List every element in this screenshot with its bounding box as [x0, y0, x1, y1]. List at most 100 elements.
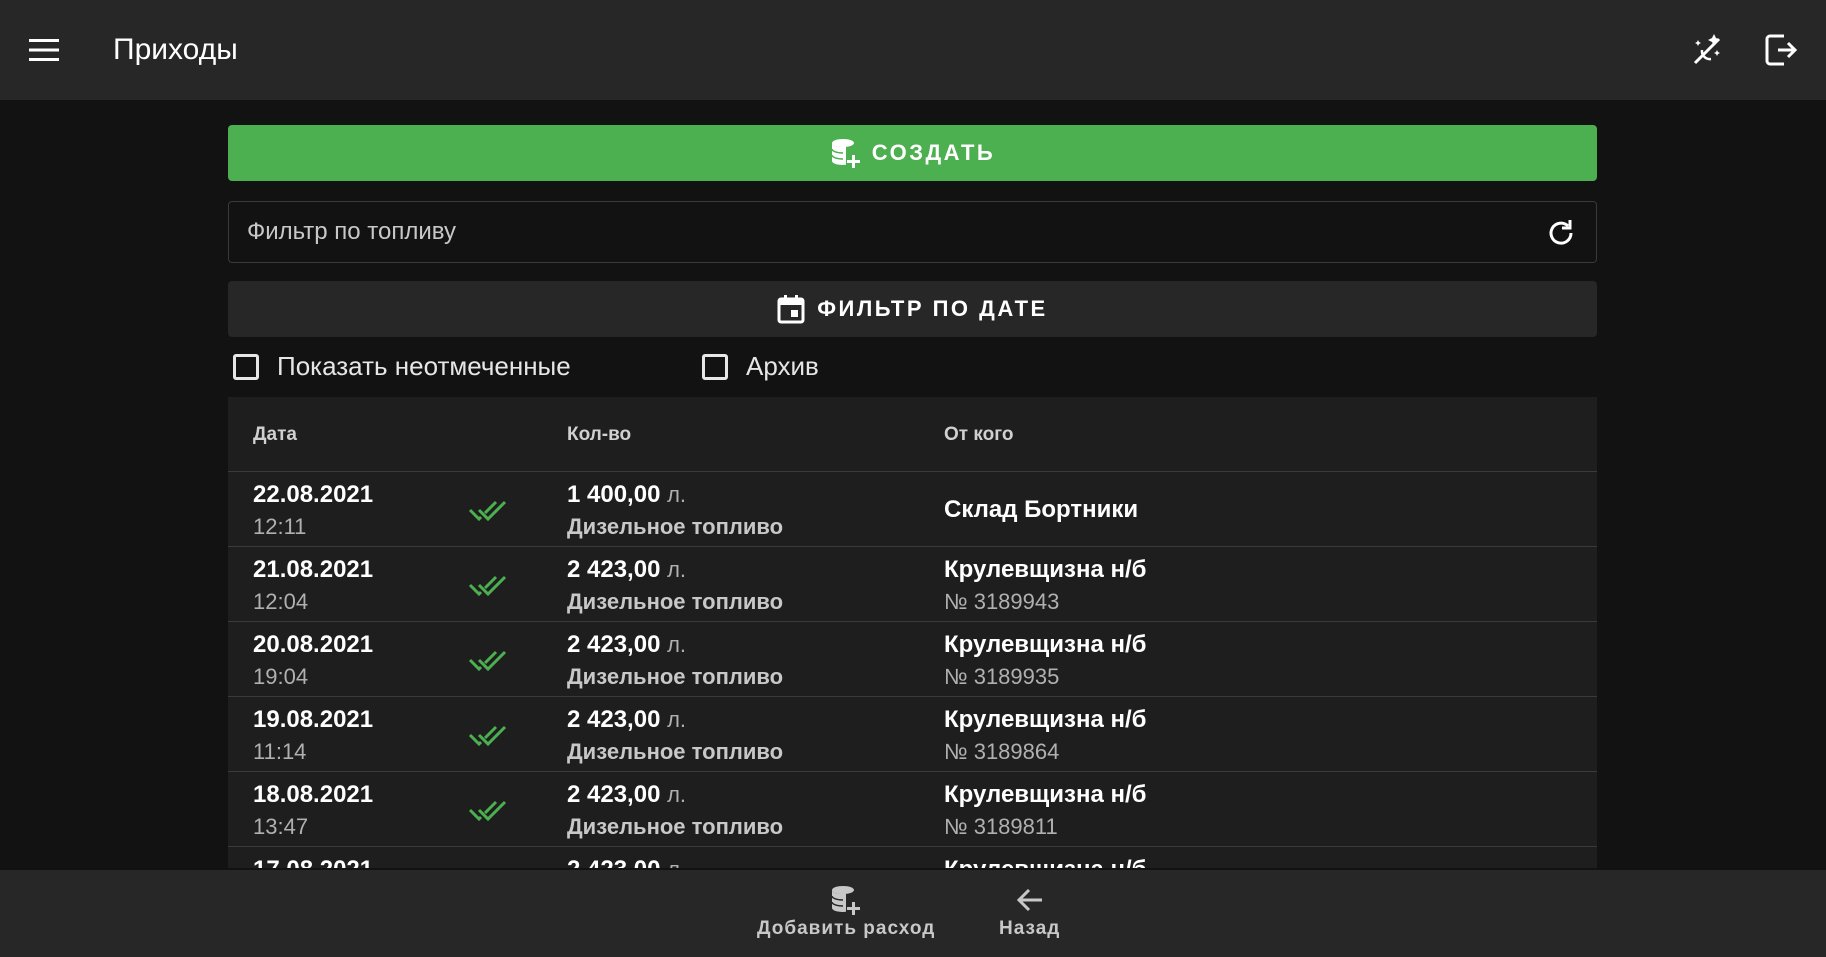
- double-check-icon: [468, 500, 507, 522]
- row-from: Крулевщизна н/б: [944, 781, 1147, 808]
- date-cell: 18.08.2021 13:47: [253, 779, 373, 843]
- checkbox-box[interactable]: [233, 353, 259, 380]
- table-row[interactable]: 19.08.2021 11:14 2 423,00 л. Дизельное т…: [228, 697, 1597, 772]
- fuel-filter-input[interactable]: [229, 202, 1529, 262]
- top-app-bar: Приходы: [0, 0, 1826, 100]
- create-button[interactable]: СОЗДАТЬ: [228, 125, 1597, 181]
- double-check-icon: [468, 725, 507, 747]
- archive-checkbox[interactable]: Архив: [702, 351, 819, 382]
- qty-cell: 2 423,00 л.: [567, 854, 686, 868]
- arrow-left-icon: [1016, 888, 1042, 912]
- row-fuel: Дизельное топливо: [567, 739, 784, 764]
- table-row[interactable]: 22.08.2021 12:11 1 400,00 л. Дизельное т…: [228, 472, 1597, 547]
- row-qty: 2 423,00: [567, 706, 661, 733]
- row-time: 11:14: [253, 739, 307, 764]
- column-header-from[interactable]: От кого: [944, 424, 1014, 446]
- add-expense-button[interactable]: Добавить расход: [757, 884, 935, 940]
- checkbox-box[interactable]: [702, 353, 728, 380]
- row-fuel: Дизельное топливо: [567, 814, 784, 839]
- date-cell: 19.08.2021 11:14: [253, 704, 373, 768]
- row-time: 12:11: [253, 514, 307, 539]
- row-doc-number: № 3189943: [944, 589, 1060, 614]
- double-check-icon: [468, 800, 507, 822]
- row-unit: л.: [667, 482, 687, 507]
- double-check-icon: [468, 650, 507, 672]
- row-date: 20.08.2021: [253, 631, 374, 658]
- row-date: 21.08.2021: [253, 556, 374, 583]
- checkbox-row: Показать неотмеченные Архив: [228, 337, 1597, 397]
- row-qty: 2 423,00: [567, 631, 661, 658]
- row-time: 12:04: [253, 589, 309, 614]
- row-from: Крулевщизна н/б: [944, 706, 1147, 733]
- add-expense-label: Добавить расход: [757, 918, 936, 939]
- from-cell: Склад Бортники: [944, 494, 1138, 526]
- column-header-qty[interactable]: Кол-во: [567, 424, 631, 446]
- from-cell: Крулевщизна н/б № 3189811: [944, 779, 1147, 843]
- row-unit: л.: [667, 557, 687, 582]
- create-button-label: СОЗДАТЬ: [871, 140, 996, 165]
- database-plus-icon: [831, 886, 861, 915]
- menu-button[interactable]: [24, 26, 64, 74]
- page-title: Приходы: [113, 33, 238, 66]
- row-qty: 2 423,00: [567, 556, 661, 583]
- main-content: СОЗДАТЬ ФИЛЬТР ПО ДАТЕ Показать неотмече…: [228, 125, 1597, 868]
- calendar-icon: [777, 295, 805, 324]
- table-row[interactable]: 21.08.2021 12:04 2 423,00 л. Дизельное т…: [228, 547, 1597, 622]
- row-date: 22.08.2021: [253, 481, 374, 508]
- column-header-date[interactable]: Дата: [253, 424, 297, 446]
- back-button[interactable]: Назад: [999, 884, 1060, 940]
- from-cell: Крулевщизна н/б № 3189864: [944, 704, 1147, 768]
- row-date: 18.08.2021: [253, 781, 374, 808]
- row-fuel: Дизельное топливо: [567, 589, 784, 614]
- date-filter-button[interactable]: ФИЛЬТР ПО ДАТЕ: [228, 281, 1597, 337]
- row-qty: 1 400,00: [567, 481, 661, 508]
- row-fuel: Дизельное топливо: [567, 514, 784, 539]
- table-row[interactable]: 17.08.2021 2 423,00 л. Крулевщизна н/б: [228, 847, 1597, 868]
- row-fuel: Дизельное топливо: [567, 664, 784, 689]
- date-cell: 17.08.2021: [253, 854, 373, 868]
- row-unit: л.: [667, 857, 686, 868]
- database-plus-icon: [831, 139, 860, 168]
- row-unit: л.: [667, 782, 687, 807]
- back-label: Назад: [999, 918, 1061, 939]
- row-from: Крулевщизна н/б: [944, 631, 1147, 658]
- logout-icon: [1765, 34, 1798, 66]
- row-from: Крулевщизна н/б: [944, 556, 1147, 583]
- date-filter-label: ФИЛЬТР ПО ДАТЕ: [817, 296, 1048, 321]
- qty-cell: 2 423,00 л. Дизельное топливо: [567, 554, 783, 618]
- show-unmarked-checkbox[interactable]: Показать неотмеченные: [233, 351, 571, 382]
- logout-button[interactable]: [1757, 26, 1805, 74]
- row-date: 17.08.2021: [253, 854, 373, 868]
- date-cell: 22.08.2021 12:11: [253, 479, 373, 543]
- income-table: Дата Кол-во От кого 22.08.2021 12:11 1 4…: [228, 397, 1597, 868]
- qty-cell: 2 423,00 л. Дизельное топливо: [567, 629, 783, 693]
- row-time: 13:47: [253, 814, 309, 839]
- table-row[interactable]: 20.08.2021 19:04 2 423,00 л. Дизельное т…: [228, 622, 1597, 697]
- row-from: Склад Бортники: [944, 496, 1139, 523]
- from-cell: Крулевщизна н/б: [944, 854, 1147, 868]
- row-from: Крулевщизна н/б: [944, 854, 1147, 868]
- row-doc-number: № 3189864: [944, 739, 1060, 764]
- double-check-icon: [468, 575, 507, 597]
- theme-toggle-button[interactable]: [1683, 26, 1731, 74]
- from-cell: Крулевщизна н/б № 3189935: [944, 629, 1147, 693]
- row-doc-number: № 3189935: [944, 664, 1060, 689]
- row-qty: 2 423,00: [567, 781, 661, 808]
- qty-cell: 1 400,00 л. Дизельное топливо: [567, 479, 783, 543]
- row-doc-number: № 3189811: [944, 814, 1058, 839]
- archive-label: Архив: [746, 351, 819, 381]
- fuel-filter-field[interactable]: [228, 201, 1597, 263]
- table-row[interactable]: 18.08.2021 13:47 2 423,00 л. Дизельное т…: [228, 772, 1597, 847]
- qty-cell: 2 423,00 л. Дизельное топливо: [567, 704, 783, 768]
- row-date: 19.08.2021: [253, 706, 374, 733]
- date-cell: 20.08.2021 19:04: [253, 629, 373, 693]
- date-cell: 21.08.2021 12:04: [253, 554, 373, 618]
- from-cell: Крулевщизна н/б № 3189943: [944, 554, 1147, 618]
- bottom-navigation: Добавить расход Назад: [0, 870, 1826, 957]
- theme-toggle-icon: [1693, 34, 1721, 65]
- menu-icon: [29, 39, 59, 61]
- refresh-button[interactable]: [1544, 216, 1578, 250]
- show-unmarked-label: Показать неотмеченные: [277, 351, 571, 381]
- qty-cell: 2 423,00 л. Дизельное топливо: [567, 779, 783, 843]
- row-time: 19:04: [253, 664, 309, 689]
